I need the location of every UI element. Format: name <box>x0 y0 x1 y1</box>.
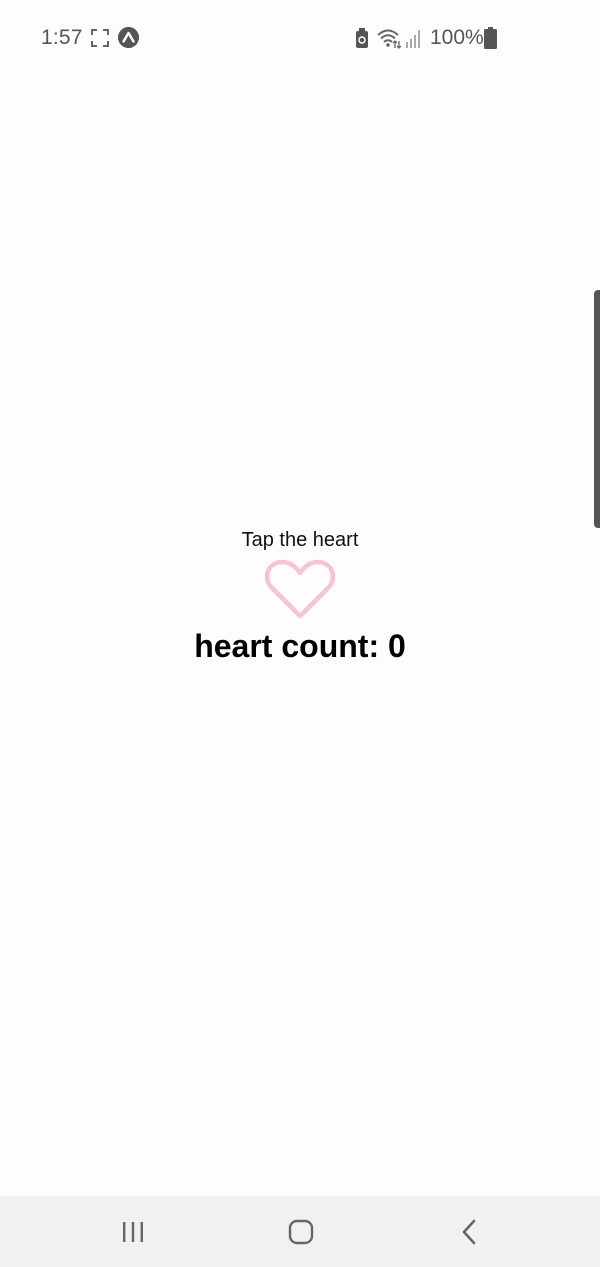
recents-button[interactable] <box>73 1196 193 1267</box>
main-content: Tap the heart heart count: 0 <box>0 527 600 666</box>
edge-panel-handle[interactable] <box>594 290 600 528</box>
battery-icon <box>484 27 497 49</box>
heart-count: heart count: 0 <box>194 628 406 664</box>
wifi-icon <box>377 29 402 49</box>
back-icon <box>462 1219 476 1244</box>
expo-icon <box>118 27 139 48</box>
home-icon <box>288 1219 314 1244</box>
signal-icon <box>406 30 420 48</box>
home-button[interactable] <box>241 1196 361 1267</box>
status-bar: 1:57 100% <box>0 0 600 76</box>
heart-outline-icon <box>264 559 336 619</box>
back-button[interactable] <box>409 1196 529 1267</box>
heart-button[interactable] <box>264 558 336 620</box>
status-time: 1:57 <box>41 26 83 49</box>
screenshot-icon <box>91 29 109 47</box>
recents-icon <box>123 1221 143 1242</box>
battery-percent: 100% <box>430 26 484 49</box>
navigation-bar <box>0 1196 600 1267</box>
usb-icon <box>356 28 368 48</box>
tap-prompt: Tap the heart <box>241 529 359 551</box>
app-screen: 1:57 100% Tap the heart heart count: 0 <box>0 0 600 1267</box>
